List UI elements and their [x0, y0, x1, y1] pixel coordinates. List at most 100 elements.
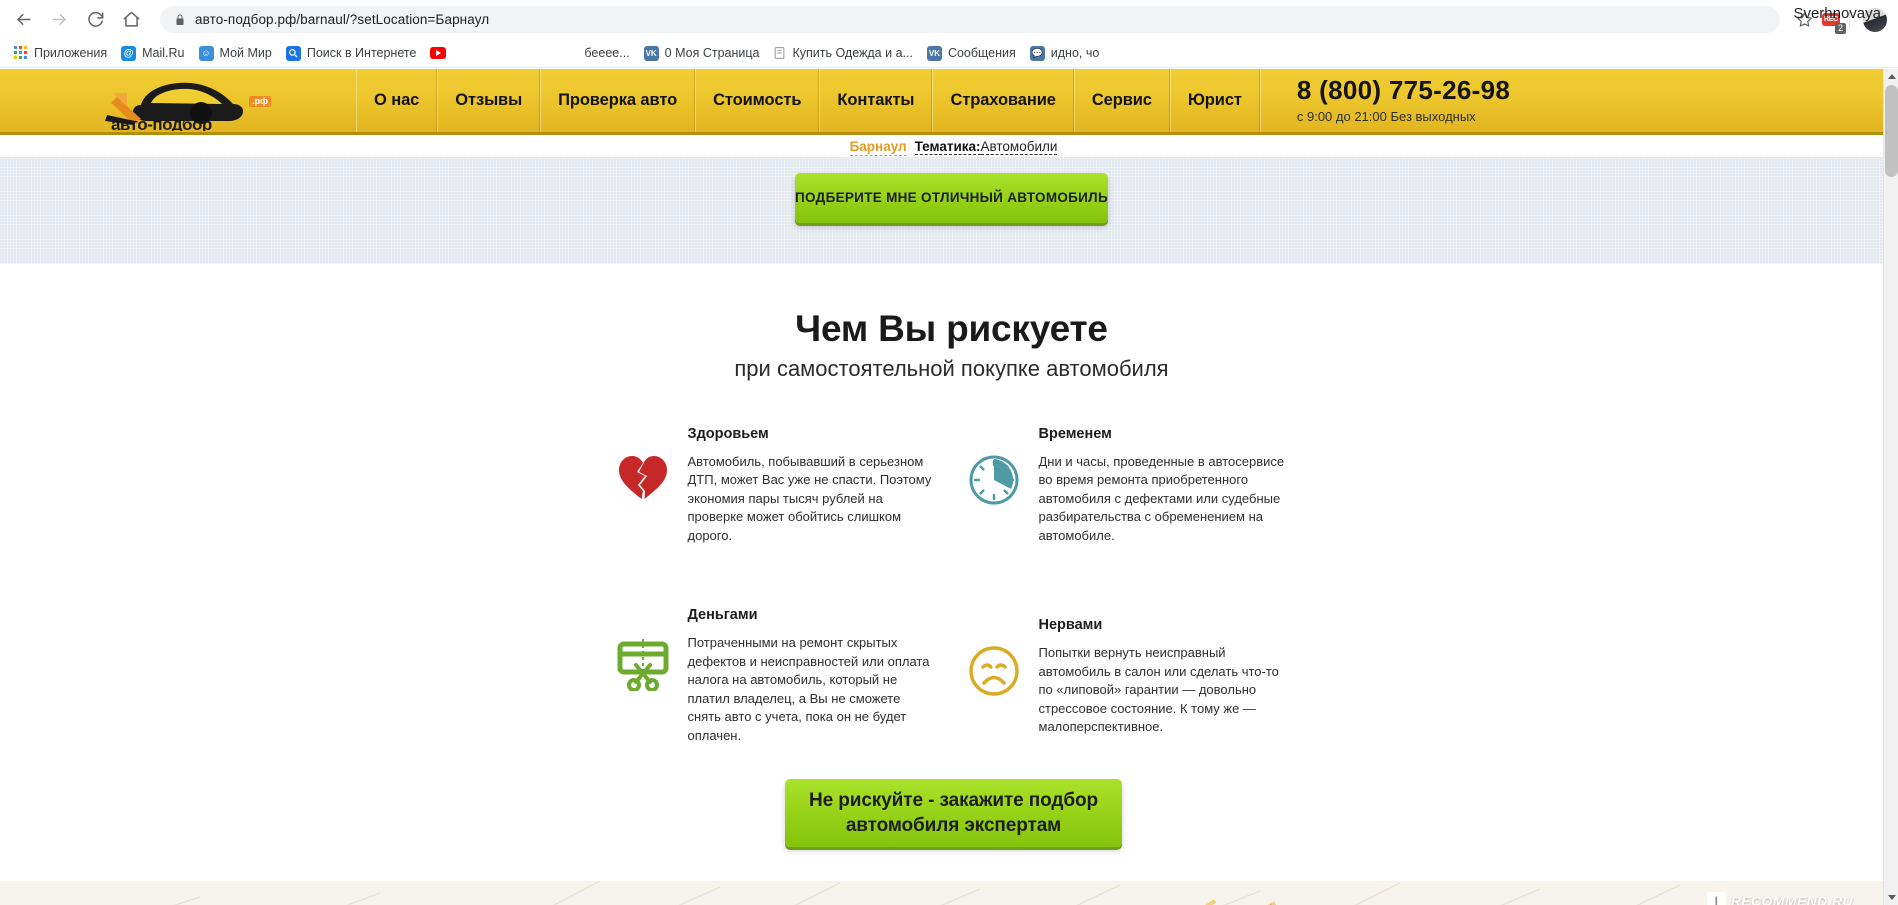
nav-item-contacts[interactable]: Контакты	[819, 69, 933, 132]
breadcrumb-topic-value[interactable]: Автомобили	[980, 138, 1058, 155]
bookmark-apps[interactable]: Приложения	[8, 42, 113, 64]
risk-body: Деньгами Потраченными на ремонт скрытых …	[682, 607, 936, 745]
risk-heading: Нервами	[1038, 617, 1103, 634]
cut-credit-card-icon	[604, 607, 682, 745]
risk-text: Автомобиль, побывавший в серьезном ДТП, …	[687, 454, 932, 543]
nav-item-price[interactable]: Стоимость	[695, 69, 820, 132]
recommend-watermark: I RECOMMEND.RU	[1706, 891, 1853, 905]
bookmark-chat[interactable]: 💬 идно, чо	[1024, 42, 1106, 64]
risk-text: Потраченными на ремонт скрытых дефектов …	[687, 635, 930, 743]
bookmark-youtube[interactable]	[424, 42, 458, 64]
risk-heading: Здоровьем	[687, 426, 769, 442]
risk-text: Дни и часы, проведенные в автосервисе во…	[1038, 454, 1285, 543]
toolbar-right-controls: REC 2 Sverhnovaya	[1790, 4, 1887, 34]
recommend-badge-icon: I	[1706, 891, 1726, 905]
bookmark-moimir[interactable]: ☺ Мой Мир	[193, 42, 278, 64]
bookmark-label: бееее...	[584, 45, 630, 60]
location-strip: Барнаул Тематика:Автомобили	[0, 135, 1883, 157]
bookmark-vk-messages[interactable]: VK Сообщения	[921, 42, 1022, 64]
home-button[interactable]	[116, 5, 146, 35]
phone-number[interactable]: 8 (800) 775-26-98	[1297, 77, 1883, 105]
main-navigation: О нас Отзывы Проверка авто Стоимость Кон…	[356, 69, 1260, 132]
phone-hours: с 9:00 до 21:00 Без выходных	[1296, 108, 1476, 124]
bookmark-mailru[interactable]: @ Mail.Ru	[115, 42, 190, 64]
url-text: авто-подбор.рф/barnaul/?setLocation=Барн…	[195, 12, 490, 27]
risk-body: Нервами Попытки вернуть неисправный авто…	[1033, 617, 1287, 745]
scrollbar-thumb[interactable]	[1885, 85, 1898, 177]
section-title: Чем Вы рискуете	[795, 308, 1108, 349]
risk-heading: Деньгами	[687, 607, 758, 624]
mailru-icon: @	[121, 45, 137, 61]
risks-section: Чем Вы рискуете при самостоятельной поку…	[0, 264, 1883, 881]
lock-icon[interactable]	[174, 13, 186, 27]
recommend-watermark-text: RECOMMEND.RU	[1730, 893, 1853, 905]
logo-tld-badge: .рф	[249, 95, 271, 107]
bookmark-buy-clothes[interactable]: Купить Одежда и а...	[767, 42, 918, 64]
header-phone-block: 8 (800) 775-26-98 с 9:00 до 21:00 Без вы…	[1259, 69, 1883, 132]
vk-icon: VK	[926, 45, 942, 61]
nav-item-insurance[interactable]: Страхование	[932, 69, 1074, 132]
bookmarks-bar: Приложения @ Mail.Ru ☺ Мой Мир Поиск в И…	[0, 39, 1898, 68]
nav-item-lawyer[interactable]: Юрист	[1169, 69, 1260, 132]
risk-item-time: Временем Дни и часы, проведенные в автос…	[949, 426, 1294, 545]
bookmark-label: Mail.Ru	[142, 45, 185, 60]
site-header: авто-подбор .рф О нас Отзывы Проверка ав…	[0, 69, 1883, 135]
web-page: авто-подбор .рф О нас Отзывы Проверка ав…	[0, 69, 1883, 905]
section-subtitle: при самостоятельной покупке автомобиля	[734, 356, 1169, 381]
search-icon	[285, 45, 301, 61]
cta-wrapper: Не рискуйте - закажите подбор автомобиля…	[0, 778, 1883, 881]
breadcrumb: Барнаул Тематика:Автомобили	[849, 138, 1058, 156]
nav-item-about[interactable]: О нас	[356, 69, 438, 132]
bookmark-beee[interactable]: бееее...	[578, 42, 635, 64]
back-button[interactable]	[8, 5, 38, 35]
hero-band: ПОДБЕРИТЕ МНЕ ОТЛИЧНЫЙ АВТОМОБИЛЬ	[0, 157, 1883, 264]
forward-button[interactable]	[44, 5, 74, 35]
site-logo[interactable]: авто-подбор .рф	[0, 69, 356, 132]
scroll-down-arrow-icon[interactable]	[1884, 890, 1898, 905]
bookmark-search[interactable]: Поиск в Интернете	[280, 42, 423, 64]
bookmark-label: Приложения	[34, 45, 108, 60]
breadcrumb-topic-label: Тематика:	[914, 138, 981, 155]
bookmark-label: Мой Мир	[219, 45, 272, 60]
order-selection-cta-button[interactable]: Не рискуйте - закажите подбор автомобиля…	[785, 778, 1122, 847]
scroll-up-arrow-icon[interactable]	[1884, 69, 1898, 84]
youtube-icon	[430, 47, 447, 59]
nav-item-service[interactable]: Сервис	[1073, 69, 1170, 132]
generic-page-icon	[773, 46, 786, 60]
moimir-icon: ☺	[198, 45, 214, 61]
bookmark-label: Купить Одежда и а...	[792, 45, 913, 60]
chat-bubble-icon: 💬	[1029, 45, 1045, 61]
broken-heart-icon	[604, 426, 682, 545]
map-section[interactable]: I RECOMMEND.RU	[0, 880, 1883, 905]
bookmark-label: Поиск в Интернете	[306, 45, 417, 60]
risk-item-health: Здоровьем Автомобиль, побывавший в серье…	[604, 426, 949, 545]
nav-item-check-car[interactable]: Проверка авто	[540, 69, 696, 132]
breadcrumb-city-link[interactable]: Барнаул	[849, 138, 907, 156]
browser-window: авто-подбор.рф/barnaul/?setLocation=Барн…	[0, 0, 1898, 905]
profile-name-label: Sverhnovaya	[1793, 4, 1881, 22]
risk-item-money: Деньгами Потраченными на ремонт скрытых …	[604, 545, 949, 745]
hero-cta-button[interactable]: ПОДБЕРИТЕ МНЕ ОТЛИЧНЫЙ АВТОМОБИЛЬ	[795, 173, 1108, 223]
bookmark-label: Сообщения	[947, 45, 1016, 60]
bookmark-label: идно, чо	[1050, 45, 1100, 60]
page-scrollbar[interactable]	[1883, 69, 1898, 905]
browser-toolbar: авто-подбор.рф/barnaul/?setLocation=Барн…	[0, 0, 1898, 39]
risk-text: Попытки вернуть неисправный автомобиль в…	[1038, 645, 1279, 735]
page-viewport: авто-подбор .рф О нас Отзывы Проверка ав…	[0, 69, 1898, 905]
bookmark-label: 0 Моя Страница	[664, 45, 760, 60]
nav-item-reviews[interactable]: Отзывы	[437, 69, 541, 132]
extension-badge-count: 2	[1834, 22, 1846, 34]
apps-grid-icon	[14, 46, 28, 60]
vk-icon: VK	[643, 45, 659, 61]
address-bar[interactable]: авто-подбор.рф/barnaul/?setLocation=Барн…	[160, 6, 1780, 33]
sad-face-icon	[955, 617, 1033, 745]
risk-heading: Временем	[1038, 426, 1112, 442]
clock-icon	[955, 426, 1033, 545]
risks-grid: Здоровьем Автомобиль, побывавший в серье…	[604, 426, 1304, 745]
risk-body: Здоровьем Автомобиль, побывавший в серье…	[682, 426, 936, 545]
svg-text:авто-подбор: авто-подбор	[111, 115, 212, 131]
risk-item-nerves: Нервами Попытки вернуть неисправный авто…	[949, 545, 1294, 745]
bookmark-vk-page[interactable]: VK 0 Моя Страница	[638, 42, 766, 64]
reload-button[interactable]	[80, 5, 110, 35]
risk-body: Временем Дни и часы, проведенные в автос…	[1033, 426, 1287, 545]
